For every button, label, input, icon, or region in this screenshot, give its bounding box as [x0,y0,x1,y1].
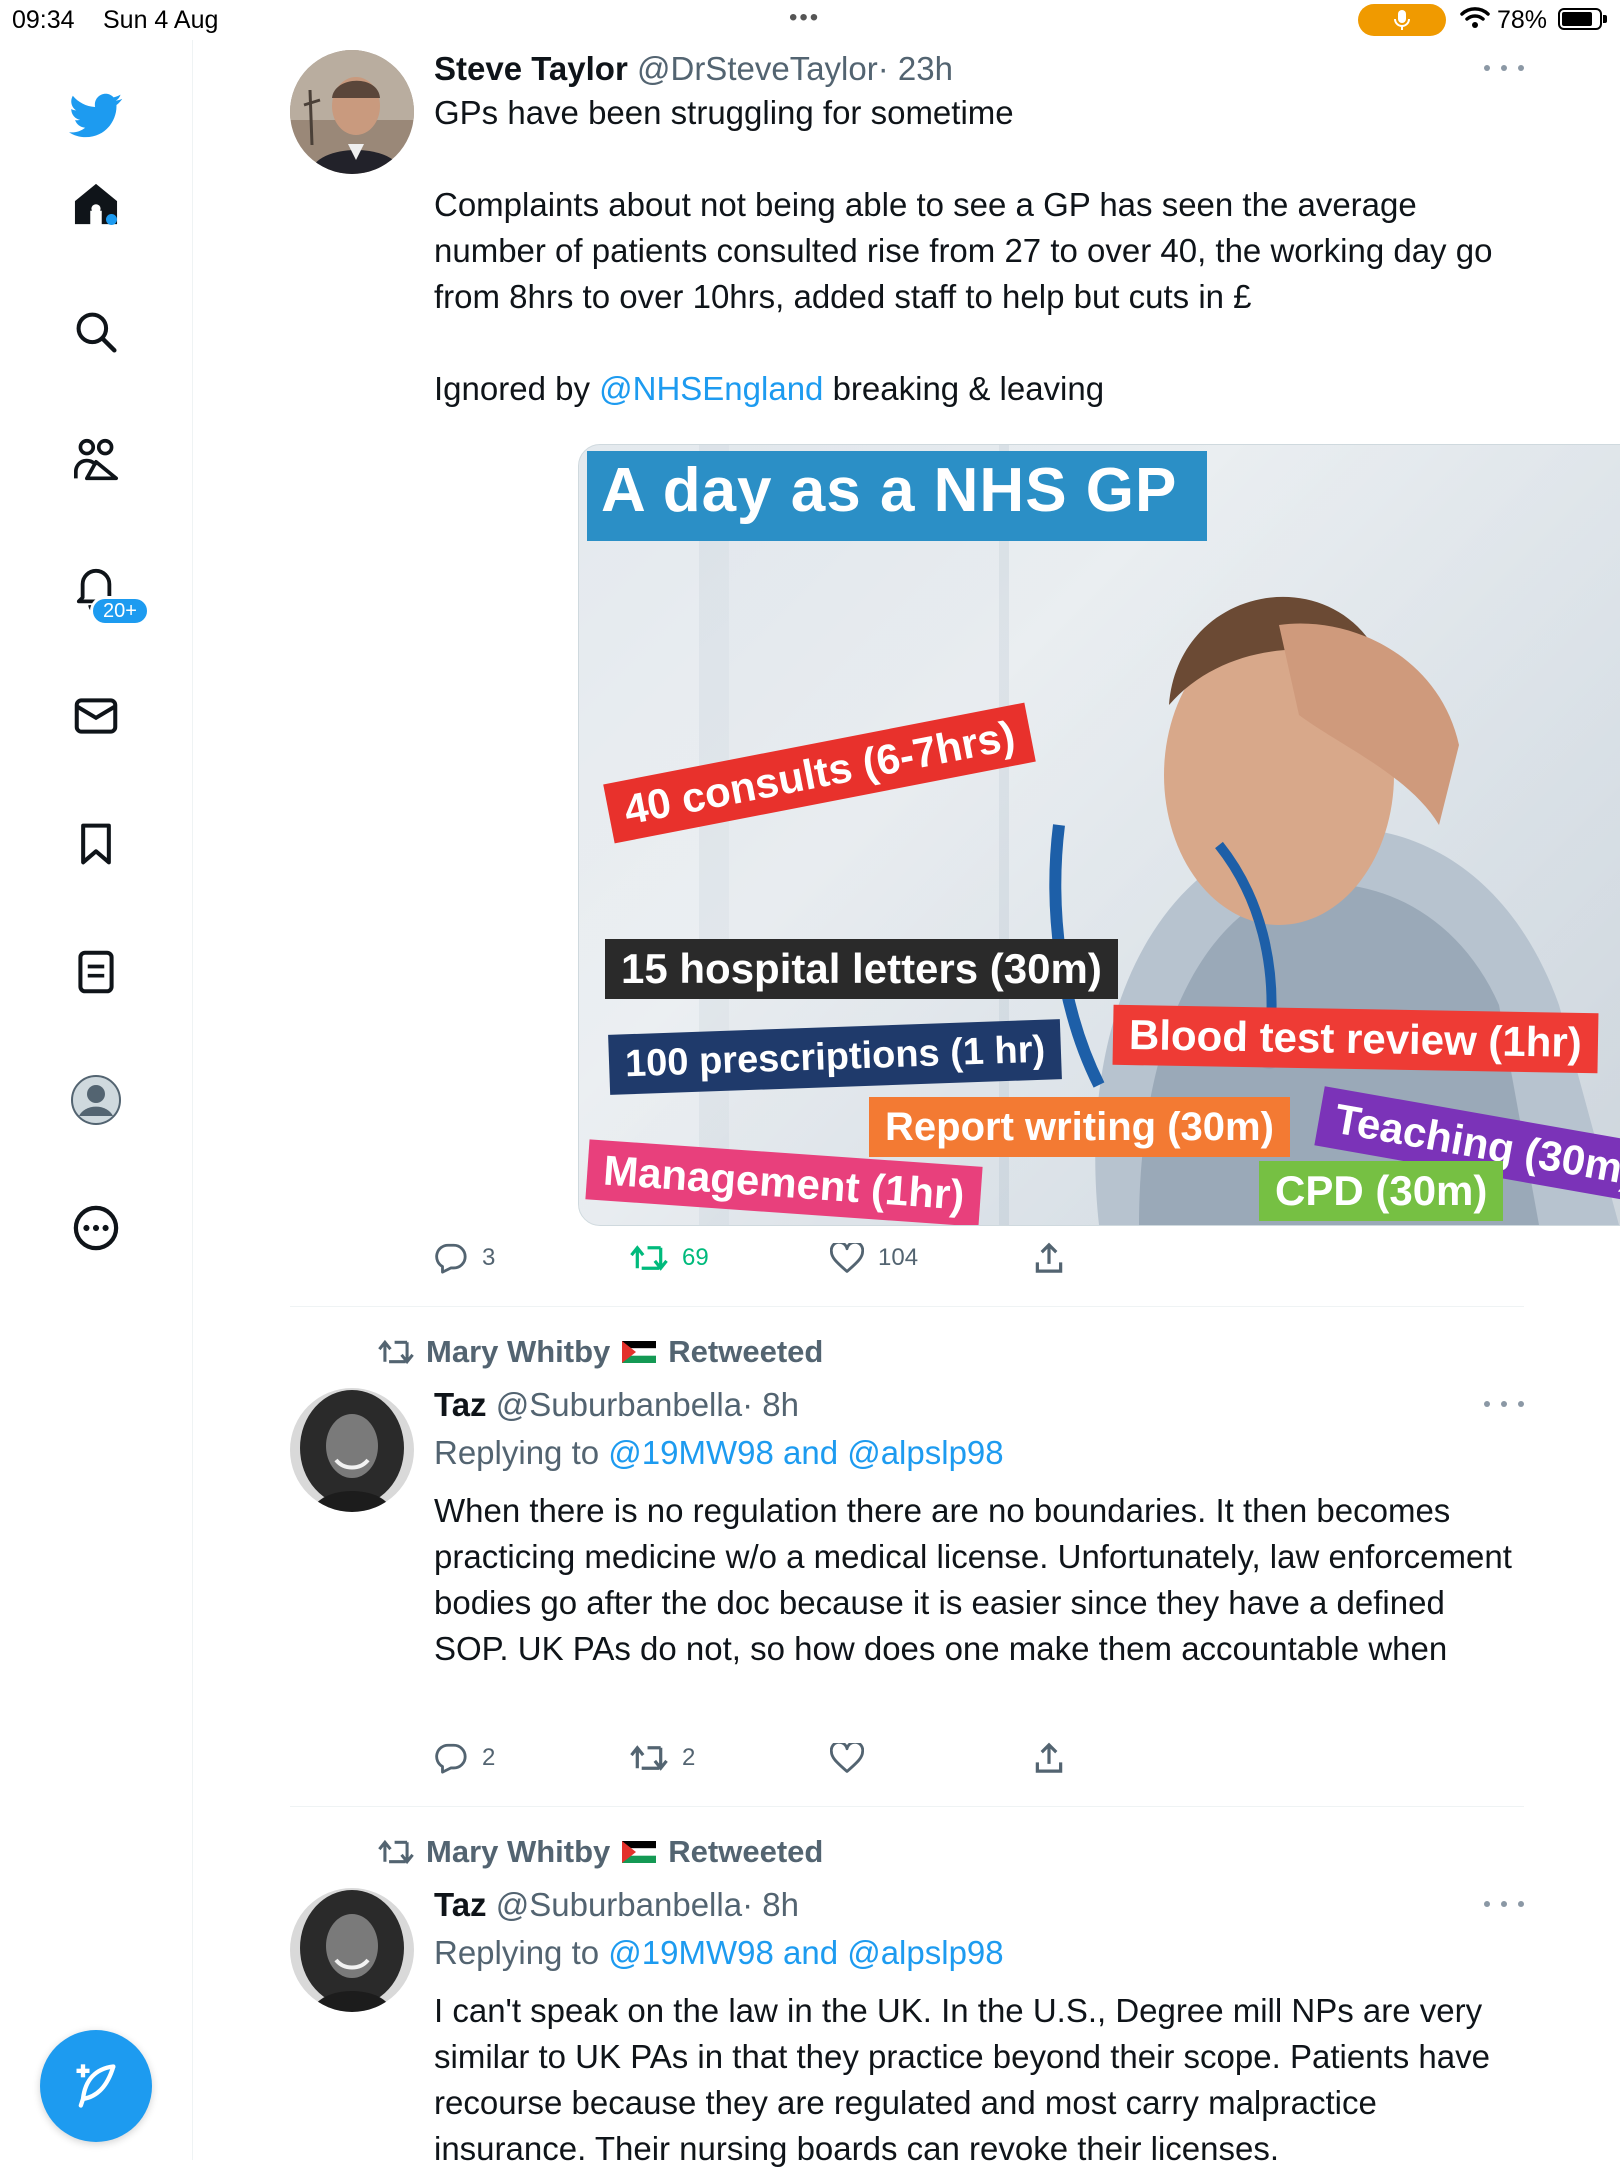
reply-count: 2 [482,1744,496,1771]
replying-mentions-link[interactable]: @19MW98 and @alpslp98 [608,1934,1003,1971]
image-tag-cpd: CPD (30m) [1259,1161,1504,1221]
wifi-icon [1460,6,1490,35]
sidebar: 20+ [0,40,193,2160]
like-button[interactable] [830,1738,864,1778]
author-name[interactable]: Taz [434,1886,487,1923]
tweet-time[interactable]: · 8h [742,1386,799,1423]
more-options-icon[interactable] [68,1200,124,1256]
share-icon [1035,1742,1063,1773]
tweet-time[interactable]: · 8h [742,1886,799,1923]
battery-icon [1558,8,1607,30]
tweet-text-part: breaking & leaving [823,370,1105,407]
retweet-icon [630,1245,668,1271]
home-unread-dot [106,214,117,225]
home-icon[interactable] [68,176,124,232]
tweet-text: GPs have been struggling for sometime Co… [434,90,1524,412]
replying-to: Replying to @19MW98 and @alpslp98 [434,1430,1524,1476]
tweet-more-icon[interactable] [1484,1894,1524,1914]
tweet-text-part: GPs have been struggling for sometime Co… [434,94,1493,407]
author-name[interactable]: Steve Taylor [434,50,628,87]
palestine-flag-icon [622,1841,657,1863]
retweeter-name[interactable]: Mary Whitby [426,1834,610,1870]
tweet-image[interactable]: A day as a NHS GP 40 consults (6-7hrs) 1… [578,444,1620,1226]
retweet-icon [630,1745,668,1771]
image-title: A day as a NHS GP [601,456,1178,525]
tweet-time[interactable]: · 23h [878,50,953,87]
share-icon [1035,1242,1063,1273]
reply-button[interactable]: 2 [434,1738,495,1778]
like-count: 104 [878,1244,919,1271]
status-date: Sun 4 Aug [103,6,219,34]
replying-to: Replying to @19MW98 and @alpslp98 [434,1930,1524,1976]
tweet-text: I can't speak on the law in the UK. In t… [434,1992,1500,2167]
status-bar: 09:34 Sun 4 Aug ••• 78% [0,0,1620,40]
author-handle[interactable]: @Suburbanbella [496,1886,742,1923]
tweet-actions: 2 2 [434,1738,1524,1778]
reply-count: 3 [482,1244,496,1271]
image-tag-blood: Blood test review (1hr) [1112,1004,1599,1074]
retweet-button[interactable]: 69 [630,1238,709,1278]
author-handle[interactable]: @DrSteveTaylor [637,50,878,87]
compose-feather-icon [76,2064,116,2108]
replying-prefix: Replying to [434,1434,609,1471]
retweet-icon [378,1339,414,1365]
reply-icon [435,1243,467,1274]
retweeted-text: Retweeted [668,1334,824,1369]
mention-link[interactable]: @NHSEngland [599,370,823,407]
image-tag-report: Report writing (30m) [869,1097,1290,1157]
search-icon[interactable] [68,304,124,360]
communities-icon[interactable] [68,432,124,488]
retweeted-text: Retweeted [668,1834,824,1869]
replying-prefix: Replying to [434,1934,609,1971]
like-button[interactable]: 104 [830,1238,918,1278]
tweet-header: Steve Taylor @DrSteveTaylor· 23h [434,48,1524,90]
palestine-flag-icon [622,1341,657,1363]
tweet-header: Taz @Suburbanbella· 8h [434,1884,1524,1926]
bookmark-icon[interactable] [68,816,124,872]
notifications-badge: 20+ [90,596,150,626]
tweet-text: When there is no regulation there are no… [434,1492,1522,1667]
tweet-more-icon[interactable] [1484,1394,1524,1414]
reply-button[interactable]: 3 [434,1238,495,1278]
retweeter-name[interactable]: Mary Whitby [426,1334,610,1370]
tweet-divider [290,1806,1524,1807]
battery-percentage: 78% [1497,6,1548,34]
share-button[interactable] [1034,1738,1064,1778]
retweet-count: 2 [682,1744,696,1771]
messages-envelope-icon[interactable] [68,688,124,744]
like-heart-icon [830,1243,864,1273]
microphone-indicator-icon [1358,4,1446,36]
author-handle[interactable]: @Suburbanbella [496,1386,742,1423]
retweeted-by-label: Mary Whitby Retweeted [378,1834,823,1870]
author-name[interactable]: Taz [434,1386,487,1423]
retweet-count: 69 [682,1244,709,1271]
avatar[interactable] [290,1388,414,1512]
status-time: 09:34 [12,6,75,34]
multitasking-dots-icon[interactable]: ••• [789,4,820,32]
avatar[interactable] [290,1888,414,2012]
twitter-logo-icon[interactable] [68,88,124,144]
like-heart-icon [830,1743,864,1773]
avatar[interactable] [290,50,414,174]
image-tag-letters: 15 hospital letters (30m) [605,939,1118,999]
share-button[interactable] [1034,1238,1064,1278]
reply-icon [435,1743,467,1774]
lists-icon[interactable] [68,944,124,1000]
tweet-divider [290,1306,1524,1307]
profile-icon[interactable] [68,1072,124,1128]
retweet-icon [378,1839,414,1865]
retweet-button[interactable]: 2 [630,1738,695,1778]
replying-mentions-link[interactable]: @19MW98 and @alpslp98 [608,1434,1003,1471]
compose-tweet-button[interactable] [40,2030,152,2142]
retweeted-by-label: Mary Whitby Retweeted [378,1334,823,1370]
tweet-more-icon[interactable] [1484,58,1524,78]
tweet-actions: 3 69 104 [434,1238,1524,1278]
tweet-header: Taz @Suburbanbella· 8h [434,1384,1524,1426]
